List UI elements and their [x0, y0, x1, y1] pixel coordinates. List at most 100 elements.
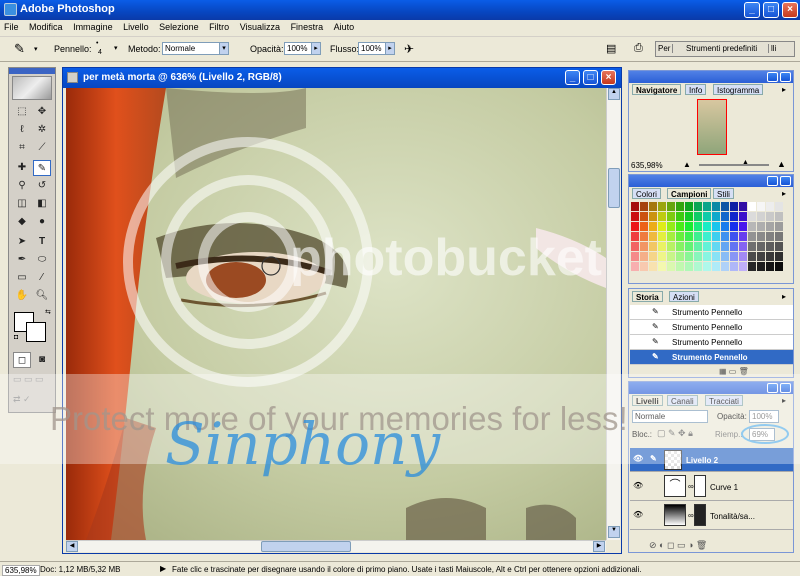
color-swatch[interactable]	[694, 202, 702, 211]
brush-tool-icon[interactable]: ✎	[14, 41, 25, 57]
color-swatch[interactable]	[730, 262, 738, 271]
airbrush-icon[interactable]: ✈	[404, 42, 414, 56]
flow-arrow-icon[interactable]: ▸	[385, 42, 395, 55]
color-swatch[interactable]	[748, 232, 756, 241]
blend-mode-select[interactable]: Normale	[632, 410, 708, 423]
layer-row[interactable]: 👁︎ ∞ Tonalità/sa...	[630, 502, 793, 530]
color-swatch[interactable]	[730, 222, 738, 231]
photoshop-feather-icon[interactable]	[12, 76, 52, 100]
magic-wand-icon[interactable]: ✲	[33, 122, 51, 138]
menu-file[interactable]: File	[0, 20, 23, 32]
color-swatch[interactable]	[685, 242, 693, 251]
healing-brush-icon[interactable]: ✚	[13, 160, 31, 176]
layers-footer-icons[interactable]: ⊘ ◐ ◻ ▭ ◑ 🗑︎	[649, 540, 707, 551]
color-swatch[interactable]	[766, 252, 774, 261]
lock-icons[interactable]: ▢ ✎ ✥ 🔒︎	[657, 428, 693, 439]
color-swatch[interactable]	[658, 252, 666, 261]
menu-image[interactable]: Immagine	[69, 20, 117, 32]
color-swatch[interactable]	[667, 252, 675, 261]
color-swatch[interactable]	[667, 262, 675, 271]
shape-tool-icon[interactable]: ⬭	[33, 252, 51, 268]
vertical-scroll-thumb[interactable]	[608, 168, 620, 208]
tab-paths[interactable]: Tracciati	[705, 395, 743, 406]
clone-stamp-icon[interactable]: ⚲	[13, 178, 31, 194]
zoom-out-icon[interactable]: ▲	[683, 160, 691, 169]
history-brush-icon[interactable]: ↺	[33, 178, 51, 194]
color-swatch[interactable]	[757, 232, 765, 241]
flow-input[interactable]: 100%	[358, 42, 386, 55]
screen-mode-icons[interactable]: ▭ ▭ ▭	[13, 374, 51, 388]
color-swatch[interactable]	[748, 262, 756, 271]
image-canvas[interactable]	[66, 88, 606, 540]
color-swatch[interactable]	[676, 212, 684, 221]
doc-maximize-button[interactable]: □	[583, 70, 598, 85]
gradient-tool-icon[interactable]: ◧	[33, 196, 51, 212]
color-swatch[interactable]	[667, 232, 675, 241]
color-swatch[interactable]	[640, 232, 648, 241]
color-swatch[interactable]	[748, 222, 756, 231]
menu-view[interactable]: Visualizza	[236, 20, 284, 32]
brush-picker-arrow-icon[interactable]: ▾	[114, 44, 118, 52]
color-swatch[interactable]	[757, 202, 765, 211]
color-swatch[interactable]	[712, 202, 720, 211]
color-swatch[interactable]	[694, 222, 702, 231]
color-swatch[interactable]	[757, 252, 765, 261]
color-swatch[interactable]	[631, 252, 639, 261]
color-swatch[interactable]	[712, 262, 720, 271]
color-swatch[interactable]	[775, 242, 783, 251]
color-swatch[interactable]	[721, 222, 729, 231]
status-doc-size[interactable]: Doc: 1,12 MB/5,32 MB	[40, 565, 120, 574]
color-swatch[interactable]	[739, 202, 747, 211]
status-arrow-icon[interactable]: ▶	[160, 564, 166, 573]
horizontal-scrollbar[interactable]: ◀ ▶	[66, 540, 606, 552]
tab-color[interactable]: Colori	[632, 188, 661, 199]
panel-menu-icon[interactable]: ▸	[782, 189, 786, 198]
color-swatch[interactable]	[712, 232, 720, 241]
color-swatch[interactable]	[676, 202, 684, 211]
opacity-input[interactable]: 100%	[284, 42, 312, 55]
layer-name[interactable]: Tonalità/sa...	[710, 512, 755, 521]
eyedropper-icon[interactable]: ⁄	[33, 270, 51, 286]
panel-close-icon[interactable]	[780, 176, 791, 186]
color-swatch[interactable]	[730, 252, 738, 261]
marquee-tool-icon[interactable]: ⬚	[13, 104, 31, 120]
tool-preset-dropdown-icon[interactable]: ▾	[34, 45, 38, 53]
hand-tool-icon[interactable]: ✋	[13, 288, 31, 304]
blur-tool-icon[interactable]: ◆	[13, 214, 31, 230]
color-swatch[interactable]	[658, 242, 666, 251]
crop-tool-icon[interactable]: ⌗	[13, 140, 31, 156]
color-swatch[interactable]	[748, 242, 756, 251]
panel-menu-icon[interactable]: ▸	[782, 396, 786, 405]
menu-select[interactable]: Selezione	[155, 20, 203, 32]
color-swatch[interactable]	[721, 202, 729, 211]
toolbox-grip[interactable]	[9, 68, 55, 74]
color-swatch[interactable]	[703, 232, 711, 241]
file-browser-icon[interactable]: ▤	[606, 42, 616, 55]
history-item[interactable]: ✎ Strumento Pennello	[630, 305, 793, 320]
panel-close-icon[interactable]	[780, 383, 791, 393]
color-swatch[interactable]	[739, 252, 747, 261]
color-swatch[interactable]	[658, 232, 666, 241]
presets-tab-2[interactable]: lli	[768, 44, 776, 53]
color-swatch[interactable]	[676, 252, 684, 261]
color-swatch[interactable]	[721, 252, 729, 261]
color-swatch[interactable]	[712, 222, 720, 231]
color-swatch[interactable]	[676, 262, 684, 271]
dodge-tool-icon[interactable]: ●	[33, 214, 51, 230]
color-swatch[interactable]	[685, 202, 693, 211]
color-swatch[interactable]	[649, 212, 657, 221]
mode-select[interactable]: Normale	[162, 42, 220, 55]
history-item-selected[interactable]: ✎ Strumento Pennello	[630, 350, 793, 365]
layer-name[interactable]: Curve 1	[710, 483, 738, 492]
color-swatch[interactable]	[640, 212, 648, 221]
color-swatch[interactable]	[649, 202, 657, 211]
color-swatch[interactable]	[685, 212, 693, 221]
color-swatch[interactable]	[649, 252, 657, 261]
color-swatch[interactable]	[775, 232, 783, 241]
tab-styles[interactable]: Stili	[713, 188, 734, 199]
color-swatch[interactable]	[775, 262, 783, 271]
vertical-scrollbar[interactable]: ▲ ▼	[606, 88, 620, 540]
color-swatch[interactable]	[739, 262, 747, 271]
presets-tab[interactable]: Per	[658, 44, 674, 53]
color-swatch[interactable]	[694, 242, 702, 251]
